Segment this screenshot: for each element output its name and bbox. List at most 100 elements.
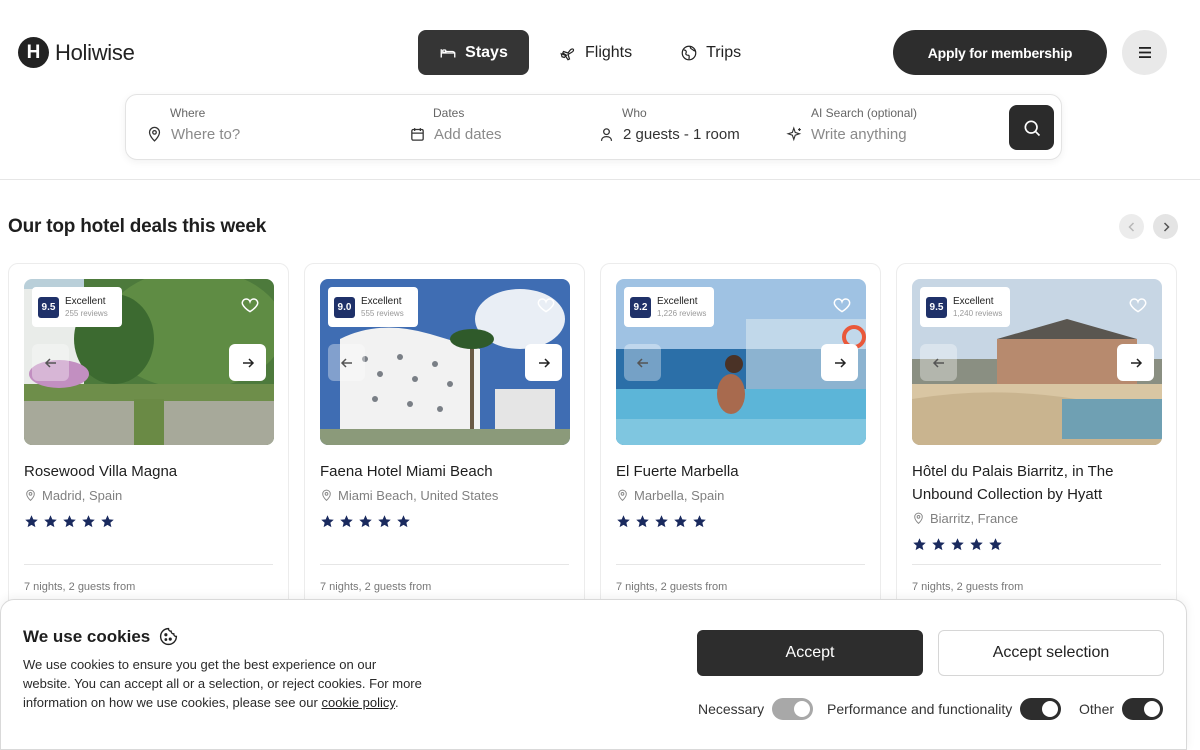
star-icon xyxy=(989,538,1002,551)
heart-icon[interactable] xyxy=(1128,295,1148,315)
hotel-name[interactable]: Faena Hotel Miami Beach xyxy=(320,460,570,483)
globe-icon xyxy=(681,45,697,60)
carousel-next-button[interactable] xyxy=(1153,214,1178,239)
heart-icon[interactable] xyxy=(536,295,556,315)
tab-label: Stays xyxy=(465,43,508,61)
brand-name: Holiwise xyxy=(55,39,135,65)
apply-membership-button[interactable]: Apply for membership xyxy=(893,30,1107,75)
star-rating xyxy=(24,514,115,529)
carousel-prev-button[interactable] xyxy=(1119,214,1144,239)
dates-input[interactable]: Add dates xyxy=(434,126,502,143)
star-icon xyxy=(63,515,76,528)
star-icon xyxy=(101,515,114,528)
where-field[interactable]: Where Where to? xyxy=(146,106,240,143)
photo-prev-button[interactable] xyxy=(624,344,661,381)
star-rating xyxy=(912,537,1003,552)
card-divider xyxy=(616,564,865,565)
photo-next-button[interactable] xyxy=(229,344,266,381)
photo-next-button[interactable] xyxy=(1117,344,1154,381)
chevron-right-icon xyxy=(1163,221,1170,232)
hotel-card[interactable]: 9.2 Excellent 1,226 reviews El Fuerte Ma… xyxy=(600,263,881,623)
hotel-card[interactable]: 9.0 Excellent 555 reviews Faena Hotel Mi… xyxy=(304,263,585,623)
star-icon xyxy=(970,538,983,551)
hotel-card[interactable]: 9.5 Excellent 1,240 reviews Hôtel du Pal… xyxy=(896,263,1177,623)
accept-button[interactable]: Accept xyxy=(697,630,923,676)
star-icon xyxy=(44,515,57,528)
location-text: Madrid, Spain xyxy=(42,488,123,503)
other-toggle[interactable] xyxy=(1122,698,1164,720)
hotel-photo[interactable]: 9.0 Excellent 555 reviews xyxy=(320,279,570,445)
brand-logo[interactable]: H Holiwise xyxy=(18,37,135,68)
hotel-location: Biarritz, France xyxy=(912,511,1018,526)
search-button[interactable] xyxy=(1009,105,1054,150)
rating-word: Excellent xyxy=(657,296,698,307)
hotel-name[interactable]: Rosewood Villa Magna xyxy=(24,460,274,483)
where-input[interactable]: Where to? xyxy=(171,126,240,143)
calendar-icon xyxy=(411,128,424,141)
photo-prev-button[interactable] xyxy=(32,344,69,381)
arrow-left-icon xyxy=(636,357,648,368)
main-nav: Stays Flights Trips xyxy=(418,30,759,75)
photo-prev-button[interactable] xyxy=(328,344,365,381)
accept-selection-button[interactable]: Accept selection xyxy=(938,630,1164,676)
necessary-toggle[interactable] xyxy=(772,698,814,720)
hotel-photo[interactable]: 9.5 Excellent 255 reviews xyxy=(24,279,274,445)
cookie-policy-link[interactable]: cookie policy xyxy=(321,695,394,710)
hotel-name[interactable]: El Fuerte Marbella xyxy=(616,460,866,483)
location-pin-icon xyxy=(914,512,923,525)
heart-icon[interactable] xyxy=(240,295,260,315)
hotel-name[interactable]: Hôtel du Palais Biarritz, in The Unbound… xyxy=(912,460,1162,506)
hotel-photo[interactable]: 9.2 Excellent 1,226 reviews xyxy=(616,279,866,445)
hotel-location: Marbella, Spain xyxy=(616,488,724,503)
photo-next-button[interactable] xyxy=(525,344,562,381)
person-icon xyxy=(600,128,613,141)
card-divider xyxy=(24,564,273,565)
tab-label: Trips xyxy=(706,43,742,61)
who-field[interactable]: Who 2 guests - 1 room xyxy=(598,106,740,143)
tab-stays[interactable]: Stays xyxy=(418,30,529,75)
rating-badge: 9.2 Excellent 1,226 reviews xyxy=(624,287,714,327)
hotel-photo[interactable]: 9.5 Excellent 1,240 reviews xyxy=(912,279,1162,445)
cookie-title: We use cookies xyxy=(23,626,151,646)
cookie-icon xyxy=(160,627,178,646)
toggle-knob xyxy=(1144,701,1161,717)
cookie-title-row: We use cookies xyxy=(23,626,179,647)
performance-toggle[interactable] xyxy=(1020,698,1062,720)
arrow-right-icon xyxy=(242,357,254,368)
toggle-knob xyxy=(794,701,811,717)
photo-next-button[interactable] xyxy=(821,344,858,381)
arrow-left-icon xyxy=(44,357,56,368)
tab-flights[interactable]: Flights xyxy=(541,30,650,75)
toggle-necessary: Necessary xyxy=(698,698,814,720)
toggle-label: Performance and functionality xyxy=(827,701,1013,717)
rating-score: 9.5 xyxy=(38,296,59,318)
who-value[interactable]: 2 guests - 1 room xyxy=(623,126,740,143)
dates-label: Dates xyxy=(433,106,465,120)
review-count: 255 reviews xyxy=(65,309,108,318)
toggle-label: Necessary xyxy=(698,701,765,717)
photo-prev-button[interactable] xyxy=(920,344,957,381)
star-icon xyxy=(674,515,687,528)
site-header: H Holiwise Stays Flights Trips Apply for… xyxy=(0,0,1200,180)
rating-score: 9.5 xyxy=(926,296,947,318)
toggle-knob xyxy=(1042,701,1059,717)
section-title: Our top hotel deals this week xyxy=(8,216,267,237)
rating-word: Excellent xyxy=(361,296,402,307)
star-icon xyxy=(321,515,334,528)
ai-search-field[interactable]: AI Search (optional) Write anything xyxy=(786,106,917,143)
star-icon xyxy=(932,538,945,551)
arrow-right-icon xyxy=(834,357,846,368)
star-rating xyxy=(616,514,707,529)
heart-icon[interactable] xyxy=(832,295,852,315)
dates-field[interactable]: Dates Add dates xyxy=(409,106,502,143)
tab-trips[interactable]: Trips xyxy=(662,30,759,75)
star-icon xyxy=(82,515,95,528)
price-note: 7 nights, 2 guests from xyxy=(320,581,432,593)
star-rating xyxy=(320,514,411,529)
location-pin-icon xyxy=(322,489,331,502)
hotel-card[interactable]: 9.5 Excellent 255 reviews Rosewood Villa… xyxy=(8,263,289,623)
hotel-location: Madrid, Spain xyxy=(24,488,122,503)
menu-button[interactable] xyxy=(1122,30,1167,75)
ai-search-input[interactable]: Write anything xyxy=(811,126,907,143)
star-icon xyxy=(340,515,353,528)
